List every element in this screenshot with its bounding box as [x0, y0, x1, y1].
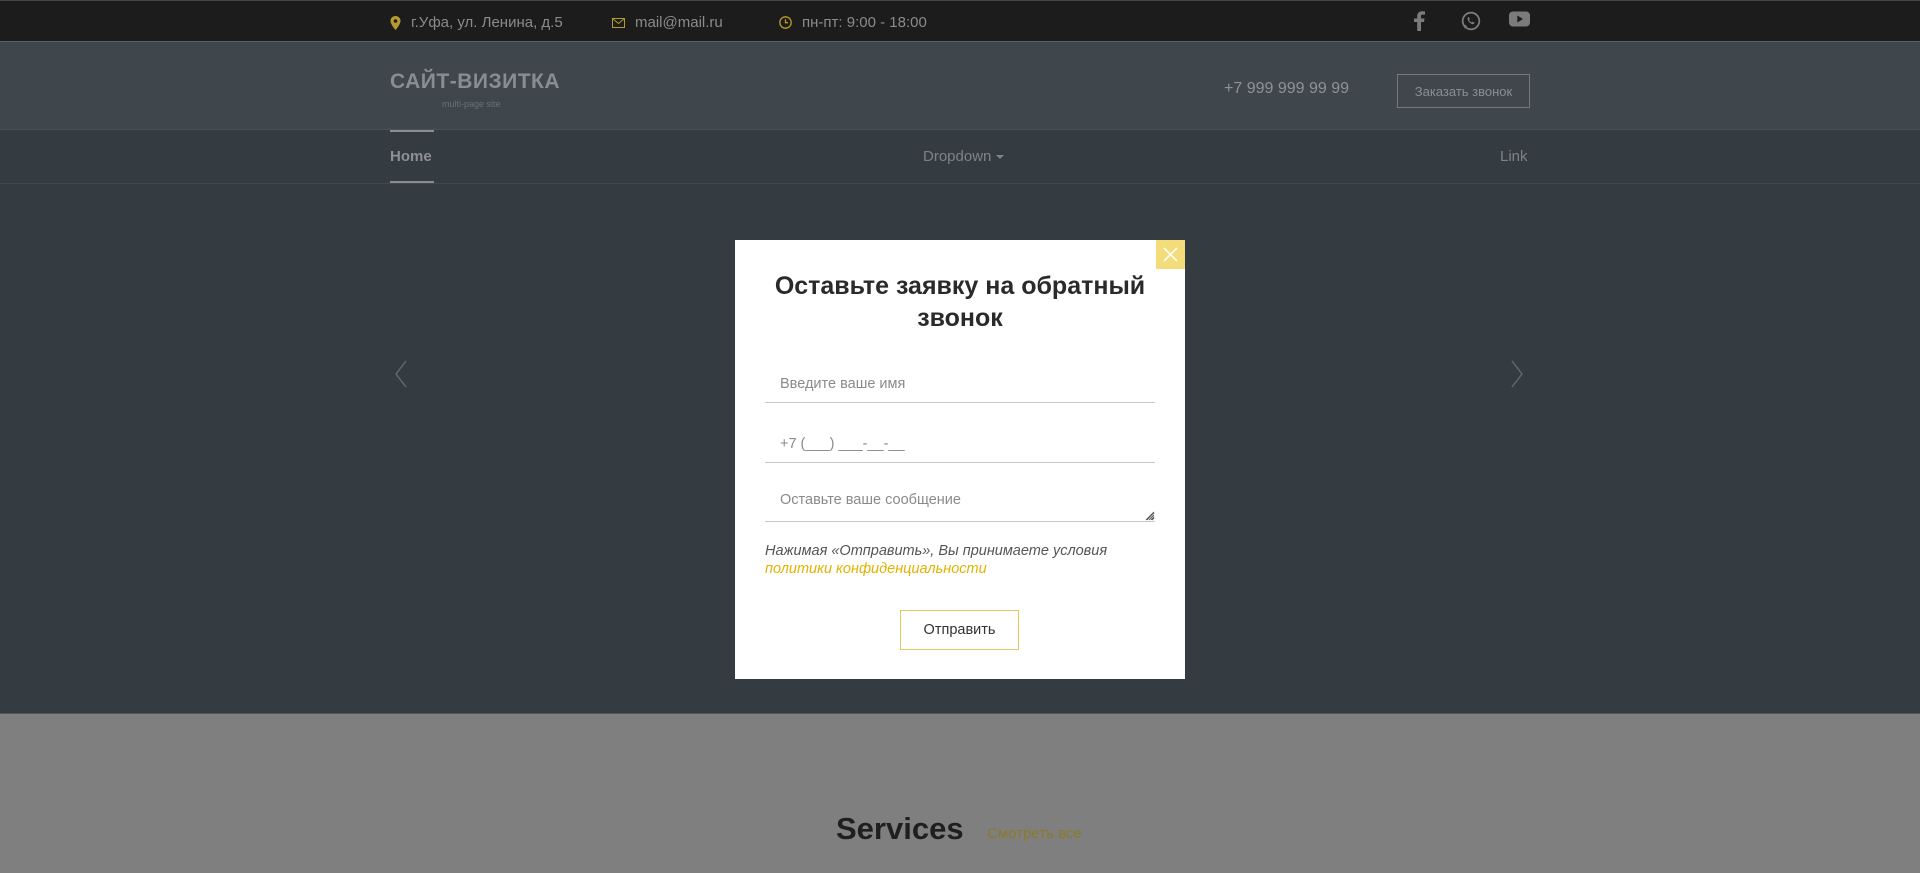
address-item: г.Уфа, ул. Ленина, д.5 [390, 14, 563, 31]
logo-title[interactable]: САЙТ-ВИЗИТКА [390, 70, 560, 94]
phone-input[interactable] [765, 425, 1155, 463]
header-phone[interactable]: +7 999 999 99 99 [1224, 80, 1349, 98]
services-view-all-link[interactable]: Смотреть все [987, 825, 1082, 842]
submit-button[interactable]: Отправить [900, 610, 1019, 650]
facebook-icon[interactable] [1413, 11, 1425, 36]
close-button[interactable] [1156, 240, 1185, 269]
envelope-icon [612, 17, 625, 28]
modal-title: Оставьте заявку на обратный звонок [774, 272, 1146, 332]
message-wrapper [765, 482, 1155, 522]
nav-item-dropdown-label: Dropdown [923, 148, 992, 165]
consent-label: Нажимая «Отправить», Вы принимаете услов… [765, 543, 1108, 559]
consent-text: Нажимая «Отправить», Вы принимаете услов… [765, 542, 1165, 578]
location-pin-icon [390, 15, 401, 30]
youtube-icon[interactable] [1509, 11, 1530, 32]
services-heading: Services [836, 811, 964, 846]
close-icon [1163, 247, 1178, 262]
chevron-right-icon[interactable] [1510, 360, 1524, 393]
chevron-left-icon[interactable] [394, 360, 408, 393]
callback-modal: Оставьте заявку на обратный звонок Нажим… [735, 240, 1185, 679]
resize-grip-icon[interactable] [1143, 509, 1155, 521]
name-input[interactable] [765, 365, 1155, 403]
privacy-policy-link[interactable]: политики конфиденциальности [765, 560, 1165, 578]
hours-item: пн-пт: 9:00 - 18:00 [779, 14, 927, 31]
logo-subtitle: multi-page site [442, 99, 501, 109]
hours-text: пн-пт: 9:00 - 18:00 [802, 14, 927, 31]
nav-item-dropdown[interactable]: Dropdown [923, 148, 1005, 165]
nav-item-link[interactable]: Link [1500, 148, 1528, 165]
site-header: САЙТ-ВИЗИТКА multi-page site +7 999 999 … [0, 41, 1920, 130]
message-textarea[interactable] [765, 482, 1155, 522]
email-text[interactable]: mail@mail.ru [635, 14, 723, 31]
clock-icon [779, 16, 792, 29]
top-info-bar: г.Уфа, ул. Ленина, д.5 mail@mail.ru пн-п… [0, 0, 1920, 41]
address-text: г.Уфа, ул. Ленина, д.5 [411, 14, 563, 31]
email-item[interactable]: mail@mail.ru [612, 14, 723, 31]
whatsapp-icon[interactable] [1461, 11, 1481, 36]
callback-button[interactable]: Заказать звонок [1397, 74, 1530, 108]
main-nav: Home Dropdown Link [0, 130, 1920, 184]
caret-down-icon [996, 155, 1005, 160]
nav-item-home[interactable]: Home [390, 130, 434, 183]
